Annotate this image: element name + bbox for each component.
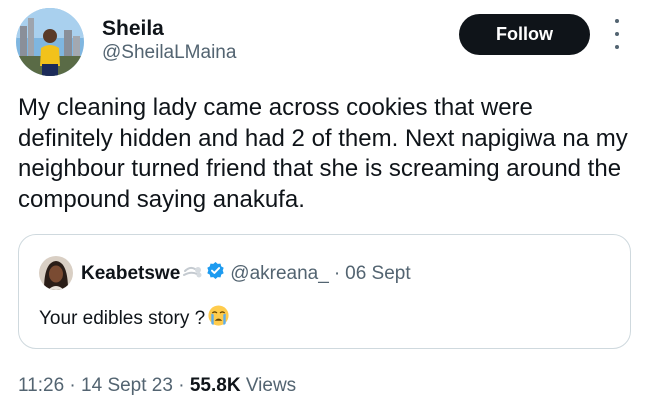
quoted-tweet-date[interactable]: 06 Sept [345,262,411,286]
views-label: Views [245,375,297,396]
quoted-avatar-photo-icon [39,256,73,290]
tweet-date[interactable]: 14 Sept 23 [81,375,173,396]
more-dot [615,32,619,36]
quoted-author-handle[interactable]: @akreana_ [230,262,329,286]
quoted-tweet-card[interactable]: Keabetswe @akreana_ · 06 Sept Your edibl… [18,234,631,349]
tweet-text: My cleaning lady came across cookies tha… [18,94,628,213]
separator-dot: · [69,375,76,396]
views-count[interactable]: 55.8K [190,375,241,396]
more-dot [615,45,619,49]
quoted-tweet-text: Your edibles story ? [39,308,206,329]
author-display-name[interactable]: Sheila [102,16,164,42]
verified-badge-icon[interactable] [206,261,225,287]
tweet-time[interactable]: 11:26 [18,375,64,396]
quoted-tweet-header: Keabetswe @akreana_ · 06 Sept [81,261,411,287]
tweet-meta: 11:26 · 14 Sept 23 · 55.8K Views [18,374,296,398]
author-avatar[interactable] [16,8,84,76]
more-options-icon[interactable] [608,19,626,49]
quoted-tweet-text-row: Your edibles story ? [39,304,230,334]
author-handle[interactable]: @SheilaLMaina [102,41,236,65]
separator-dot: · [178,375,185,396]
quoted-author-name[interactable]: Keabetswe [81,262,180,286]
follow-button[interactable]: Follow [459,14,590,55]
crying-face-emoji-icon [207,304,230,334]
more-dot [615,19,619,23]
quoted-author-avatar[interactable] [39,256,73,290]
profile-photo-avatar-icon [16,8,84,76]
dash-emoji-icon [183,262,203,287]
separator-dot: · [333,263,341,284]
